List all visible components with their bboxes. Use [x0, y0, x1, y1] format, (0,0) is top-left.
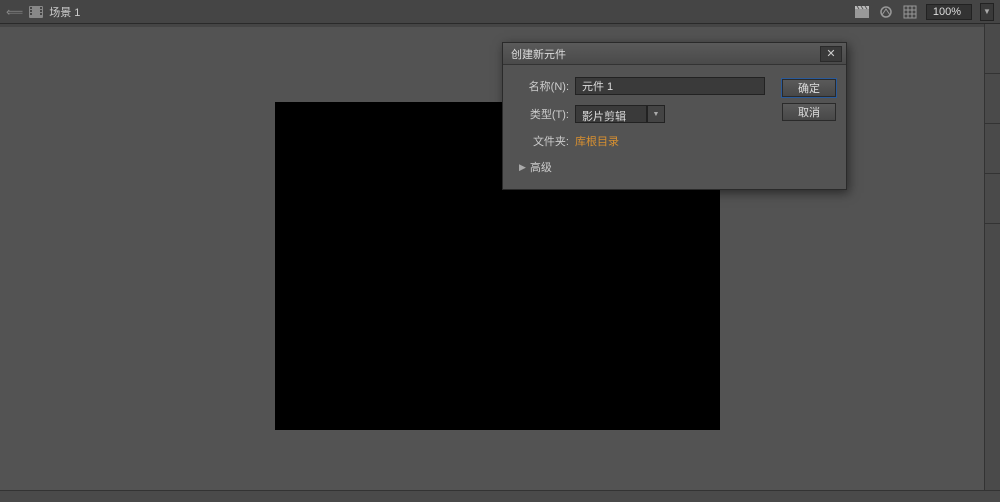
advanced-label: 高级: [530, 159, 552, 175]
clapboard-icon[interactable]: [854, 5, 870, 19]
create-symbol-dialog: 创建新元件 ✕ 名称(N): 类型(T): 影片剪辑 ▼ 文件夹: 库根目录 ▶: [502, 42, 847, 190]
dialog-button-group: 确定 取消: [782, 79, 836, 121]
advanced-toggle[interactable]: ▶ 高级: [513, 159, 836, 175]
folder-label: 文件夹:: [513, 133, 575, 149]
right-side-panel: [984, 24, 1000, 502]
name-input[interactable]: [575, 77, 765, 95]
workspace: 创建新元件 ✕ 名称(N): 类型(T): 影片剪辑 ▼ 文件夹: 库根目录 ▶: [0, 24, 1000, 502]
zoom-input[interactable]: 100%: [926, 4, 972, 20]
symbol-icon[interactable]: [878, 5, 894, 19]
dialog-title: 创建新元件: [511, 46, 566, 62]
folder-link[interactable]: 库根目录: [575, 133, 619, 149]
top-toolbar: ⟸ 场景 1 100% ▼: [0, 0, 1000, 24]
folder-row: 文件夹: 库根目录: [513, 133, 836, 149]
expand-arrow-icon: ▶: [519, 162, 526, 173]
type-label: 类型(T):: [513, 106, 575, 122]
scene-label[interactable]: 场景 1: [49, 4, 80, 20]
breadcrumb: ⟸ 场景 1: [6, 4, 80, 20]
name-label: 名称(N):: [513, 78, 575, 94]
grid-icon[interactable]: [902, 5, 918, 19]
top-right-tools: 100% ▼: [854, 3, 994, 21]
bottom-bar: [0, 490, 1000, 502]
ok-button[interactable]: 确定: [782, 79, 836, 97]
back-arrow-icon[interactable]: ⟸: [6, 5, 23, 19]
type-dropdown[interactable]: 影片剪辑 ▼: [575, 105, 665, 123]
dialog-title-bar[interactable]: 创建新元件 ✕: [503, 43, 846, 65]
type-value: 影片剪辑: [575, 105, 647, 123]
cancel-button[interactable]: 取消: [782, 103, 836, 121]
chevron-down-icon[interactable]: ▼: [647, 105, 665, 123]
scene-icon: [29, 6, 43, 18]
zoom-dropdown-arrow-icon[interactable]: ▼: [980, 3, 994, 21]
ruler-top: [0, 24, 1000, 27]
close-icon[interactable]: ✕: [820, 46, 842, 62]
